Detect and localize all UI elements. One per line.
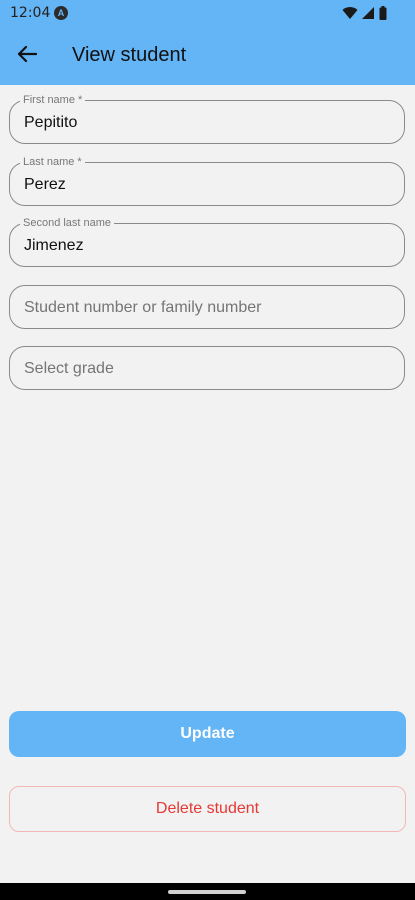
grade-select[interactable]: Select grade — [9, 346, 405, 390]
app-bar: View student — [0, 27, 415, 85]
system-navigation-bar — [0, 883, 415, 900]
delete-student-button-label: Delete student — [155, 800, 260, 817]
screen: 12:04 A View student First name * Pepiti… — [0, 0, 415, 900]
first-name-field[interactable]: First name * Pepitito — [9, 93, 405, 144]
notification-badge-icon: A — [54, 6, 68, 20]
status-time: 12:04 — [10, 5, 51, 21]
update-button[interactable]: Update — [9, 711, 406, 757]
back-button[interactable] — [12, 41, 42, 71]
signal-icon — [362, 6, 375, 20]
second-last-name-label: Second last name — [20, 216, 115, 230]
arrow-back-icon — [17, 45, 38, 68]
last-name-label: Last name * — [20, 155, 85, 169]
home-gesture-handle[interactable] — [168, 890, 246, 894]
status-icons — [342, 6, 387, 20]
grade-placeholder: Select grade — [24, 360, 114, 377]
last-name-field[interactable]: Last name * Perez — [9, 155, 405, 206]
page-title: View student — [72, 44, 187, 66]
first-name-value: Pepitito — [24, 114, 78, 131]
battery-icon — [379, 6, 387, 20]
first-name-label: First name * — [20, 93, 86, 107]
second-last-name-value: Jimenez — [24, 237, 84, 254]
delete-student-button[interactable]: Delete student — [9, 786, 406, 832]
wifi-icon — [342, 6, 358, 20]
last-name-value: Perez — [24, 176, 66, 193]
update-button-label: Update — [180, 725, 235, 742]
student-number-placeholder: Student number or family number — [24, 299, 262, 316]
second-last-name-field[interactable]: Second last name Jimenez — [9, 216, 405, 267]
student-number-field[interactable]: Student number or family number — [9, 285, 405, 329]
status-bar: 12:04 A — [0, 0, 415, 27]
